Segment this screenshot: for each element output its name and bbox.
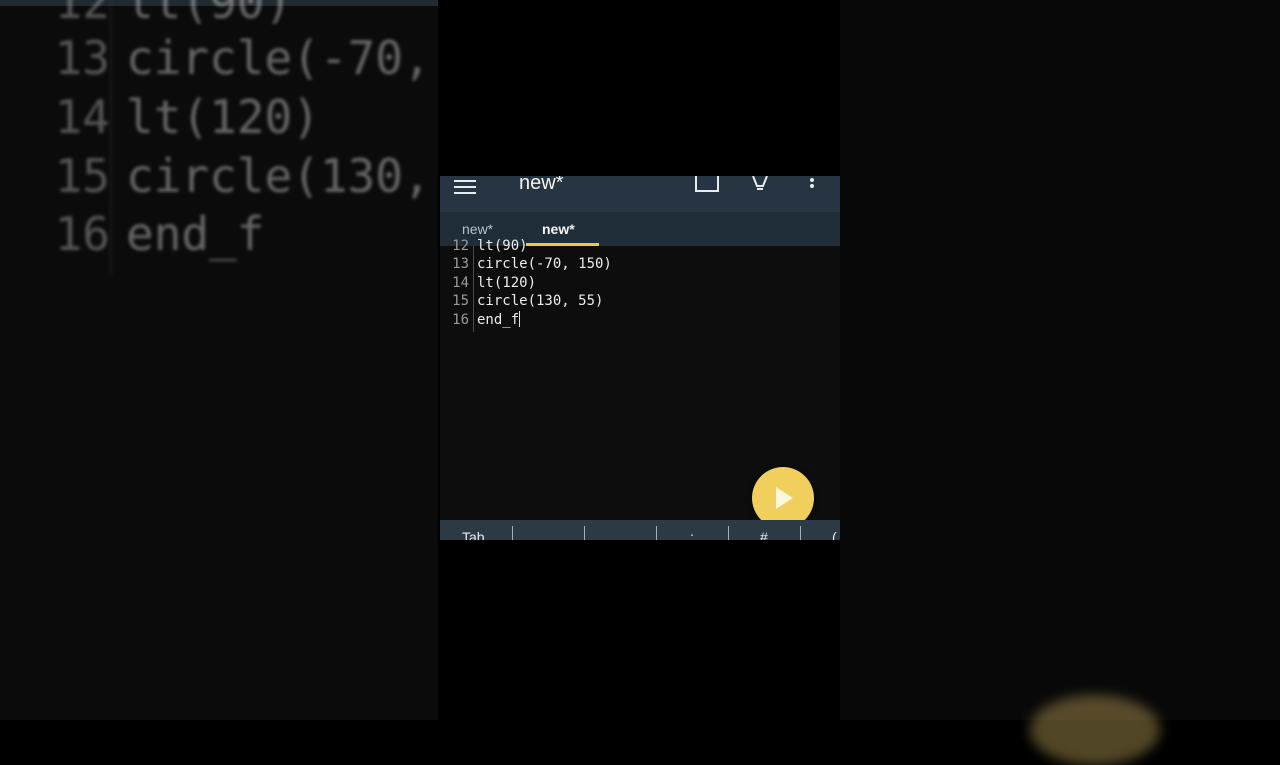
square-icon[interactable] — [695, 176, 719, 192]
app-bar: new* — [440, 176, 840, 212]
line-number: 13 — [452, 256, 469, 272]
blurred-code-line: 12 lt(90) — [0, 0, 293, 31]
blurred-code-line: 16 end_f — [0, 205, 265, 263]
play-icon — [776, 487, 793, 509]
key-period[interactable]: . — [618, 530, 622, 540]
key-separator — [800, 526, 801, 540]
line-code: circle(130, 55) — [477, 293, 604, 309]
key-comma[interactable]: , — [545, 530, 549, 540]
text-cursor — [519, 311, 521, 327]
blurred-line-number: 13 — [54, 31, 110, 85]
blurred-line-number: 14 — [54, 90, 110, 144]
menu-icon[interactable] — [454, 180, 476, 194]
blurred-run-button-reflection — [1030, 695, 1160, 765]
line-number: 16 — [452, 312, 469, 328]
more-vert-icon[interactable] — [809, 178, 815, 194]
blurred-line-number: 12 — [54, 0, 110, 29]
line-code: end_f — [477, 312, 520, 328]
key-open-paren[interactable]: ( — [832, 530, 837, 540]
blurred-code-line: 15 circle(130, — [0, 147, 431, 205]
key-separator — [728, 526, 729, 540]
line-number: 14 — [452, 275, 469, 291]
blurred-background-left: 12 lt(90) 13 circle(-70, 14 lt(120) 15 circl… — [0, 0, 438, 720]
blurred-line-code: circle(-70, — [126, 31, 431, 85]
line-code: circle(-70, 150) — [477, 256, 612, 272]
blurred-code-line: 14 lt(120) — [0, 88, 320, 146]
blurred-code-line: 13 circle(-70, — [0, 29, 431, 87]
key-hash[interactable]: # — [760, 530, 768, 540]
blurred-background-right — [840, 0, 1280, 720]
key-separator — [512, 526, 513, 540]
blurred-line-number: 16 — [54, 207, 110, 261]
blurred-line-code: end_f — [126, 207, 265, 261]
code-line[interactable]: 13 circle(-70, 150) — [440, 255, 612, 274]
phone-screen: new* new* new* 12 lt(90) 13 circle(-70, 15… — [440, 176, 840, 540]
line-code: lt(90) — [477, 238, 528, 254]
line-number: 15 — [452, 293, 469, 309]
blurred-line-code: circle(130, — [126, 149, 431, 203]
key-semicolon[interactable]: ; — [690, 530, 694, 540]
key-tab[interactable]: Tab — [462, 530, 485, 540]
key-separator — [584, 526, 585, 540]
blurred-line-code: lt(120) — [126, 90, 320, 144]
blurred-code-view: 12 lt(90) 13 circle(-70, 14 lt(120) 15 circl… — [0, 0, 438, 290]
code-line[interactable]: 14 lt(120) — [440, 274, 536, 293]
line-code: lt(120) — [477, 275, 537, 291]
tab-new-1[interactable]: new* — [462, 221, 493, 237]
bulb-icon[interactable] — [749, 176, 771, 198]
tab-new-2-active[interactable]: new* — [542, 221, 575, 237]
code-line-partial[interactable]: 12 lt(90) — [440, 237, 528, 256]
app-title: new* — [519, 176, 564, 194]
key-separator — [656, 526, 657, 540]
blurred-line-code: lt(90) — [126, 0, 293, 29]
line-number: 12 — [452, 238, 469, 254]
code-line[interactable]: 15 circle(130, 55) — [440, 292, 603, 311]
extra-keys-bar: Tab , . ; # ( — [440, 520, 840, 540]
code-line-current[interactable]: 16 end_f — [440, 311, 521, 330]
blurred-line-number: 15 — [54, 149, 110, 203]
